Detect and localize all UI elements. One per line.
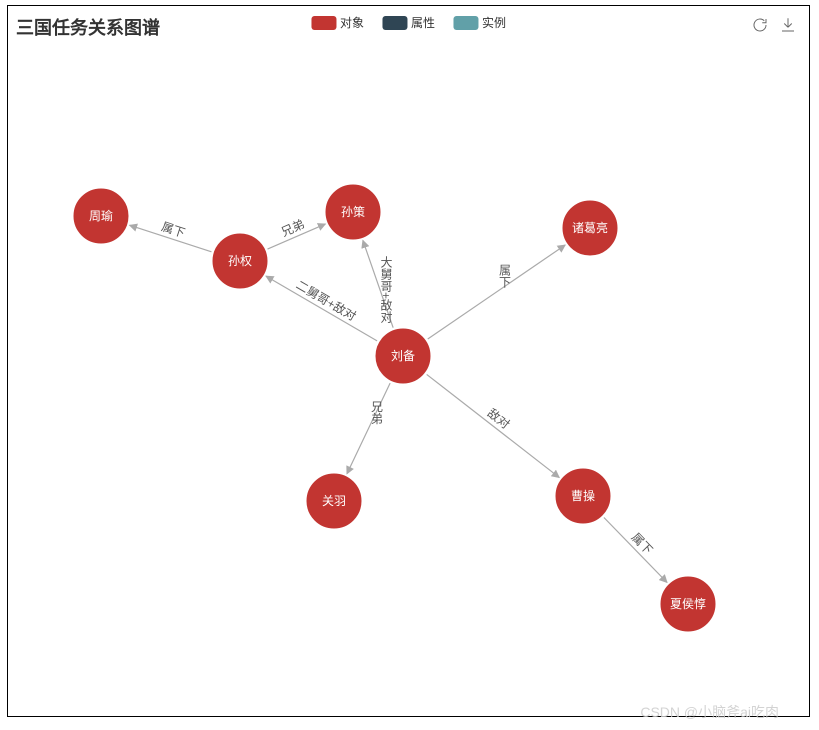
graph-node-liubei[interactable]: 刘备 <box>375 328 431 384</box>
graph-edge <box>268 224 326 249</box>
edge-label: 属下 <box>498 264 512 288</box>
graph-node-guanyu[interactable]: 关羽 <box>306 473 362 529</box>
graph-edge <box>428 245 565 339</box>
edge-label: 大舅哥+敌对 <box>379 256 393 323</box>
graph-node-zhugeliang[interactable]: 诸葛亮 <box>562 200 618 256</box>
graph-edge <box>604 518 667 583</box>
edge-label: 二舅哥+敌对 <box>294 277 359 324</box>
graph-node-sunce[interactable]: 孙策 <box>325 184 381 240</box>
graph-edge <box>427 374 560 477</box>
graph-edge <box>347 383 390 474</box>
edge-label: 属下 <box>160 220 187 241</box>
chart-container: 三国任务关系图谱 对象 属性 实例 大舅哥+敌对二舅哥+敌对属下兄弟敌对兄 <box>7 5 810 717</box>
graph-node-caocao[interactable]: 曹操 <box>555 468 611 524</box>
graph-edge <box>363 240 393 327</box>
edge-label: 敌对 <box>485 405 513 432</box>
graph-node-xiahoudun[interactable]: 夏侯惇 <box>660 576 716 632</box>
edge-label: 兄弟 <box>279 217 307 239</box>
graph-canvas[interactable]: 大舅哥+敌对二舅哥+敌对属下兄弟敌对兄弟属下属下 刘备孙策孙权周瑜诸葛亮关羽曹操… <box>8 6 809 716</box>
edge-label: 属下 <box>629 530 656 557</box>
graph-node-zhouyu[interactable]: 周瑜 <box>73 188 129 244</box>
graph-edge <box>130 225 212 252</box>
graph-edge <box>266 276 377 341</box>
graph-node-sunquan[interactable]: 孙权 <box>212 233 268 289</box>
